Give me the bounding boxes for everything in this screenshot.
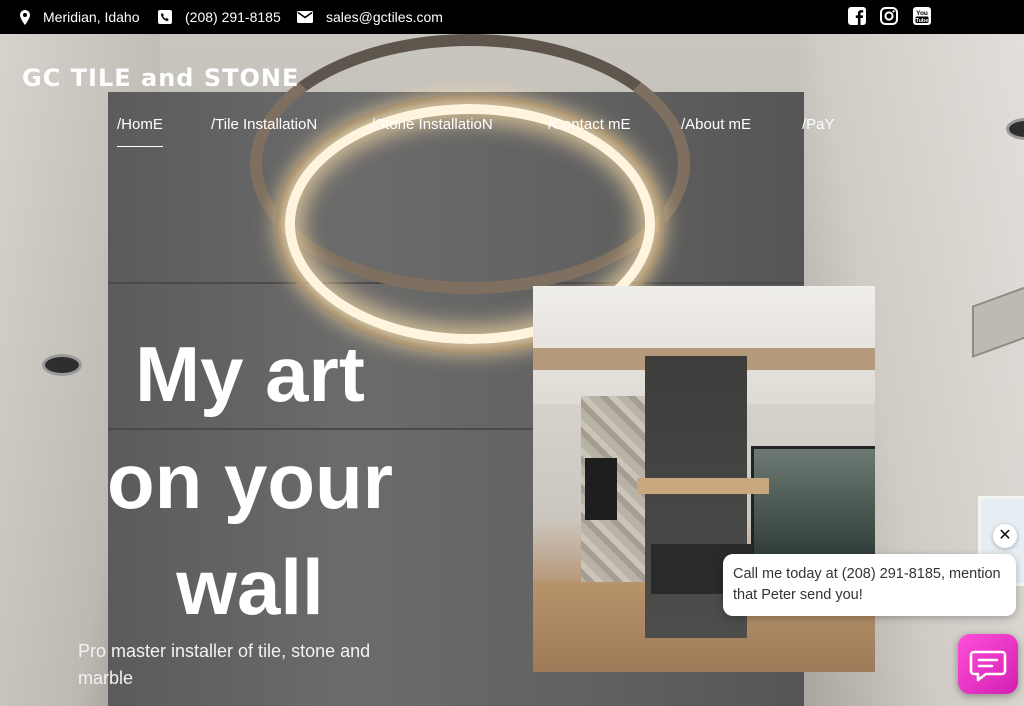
nav-pay[interactable]: /PaY (802, 116, 835, 146)
headline-line-3: wall (176, 543, 324, 631)
photo-mantel (637, 478, 769, 494)
nav-contact[interactable]: /Contact mE (548, 116, 631, 146)
chat-message-text: Call me today at (208) 291-8185, mention… (733, 566, 1001, 603)
email-info[interactable]: sales@gctiles.com (297, 0, 443, 34)
map-pin-icon (20, 9, 30, 25)
phone-icon (158, 10, 172, 24)
youtube-icon[interactable]: You Tube (913, 7, 931, 25)
location-info: Meridian, Idaho (20, 0, 140, 34)
photo-window (751, 446, 875, 562)
envelope-icon (297, 11, 313, 23)
logo-text: GC TILE and STONE (22, 64, 300, 92)
nav-about[interactable]: /About mE (681, 116, 751, 146)
chat-message-bubble[interactable]: Call me today at (208) 291-8185, mention… (723, 554, 1016, 616)
email-link[interactable]: sales@gctiles.com (326, 9, 443, 25)
svg-text:Tube: Tube (916, 18, 929, 24)
nav-home[interactable]: /HomE (117, 116, 163, 147)
chat-launcher-button[interactable] (958, 634, 1018, 694)
phone-link[interactable]: (208) 291-8185 (185, 9, 281, 25)
svg-text:You: You (916, 10, 928, 17)
photo-tv (585, 458, 617, 520)
chat-icon (969, 650, 1007, 682)
hero-subline: Pro master installer of tile, stone and … (78, 641, 371, 688)
nav-tile-installation[interactable]: /Tile InstallatioN (211, 116, 317, 146)
site-logo[interactable]: GC TILE and STONE (22, 64, 299, 92)
instagram-icon[interactable] (880, 7, 898, 25)
top-bar: Meridian, Idaho (208) 291-8185 sales@gct… (0, 0, 1024, 34)
headline-line-2: on your (107, 437, 393, 525)
facebook-icon[interactable] (848, 7, 866, 25)
location-text: Meridian, Idaho (43, 9, 140, 25)
phone-info[interactable]: (208) 291-8185 (158, 0, 281, 34)
headline-line-1: My art (135, 330, 365, 418)
close-icon[interactable]: ✕ (993, 524, 1017, 548)
nav-stone-installation[interactable]: /Stone InstallatioN (371, 116, 493, 146)
